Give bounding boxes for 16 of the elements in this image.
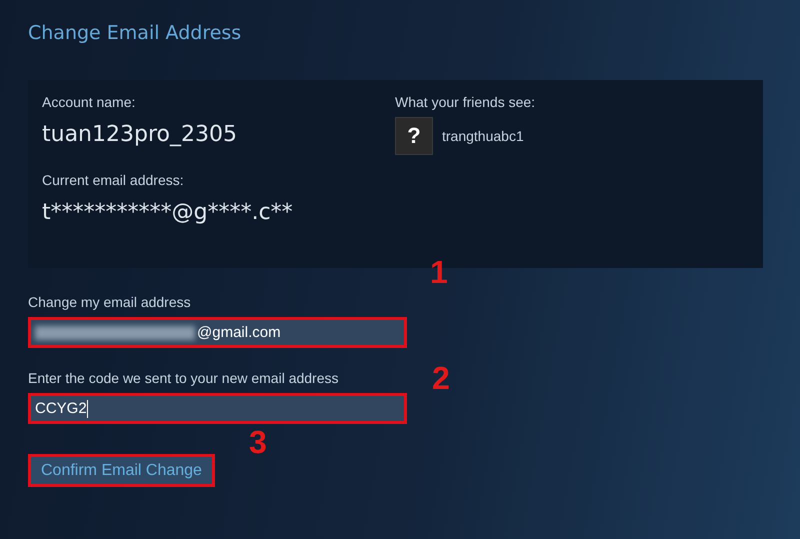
account-name: tuan123pro_2305 [42, 122, 238, 149]
step-number: 1 [430, 254, 448, 291]
input-field[interactable]: @gmail.com [28, 317, 407, 348]
field-label: Change my email address [28, 294, 191, 312]
step-number: 2 [432, 360, 450, 397]
current-email: t***********@g****.c** [42, 200, 294, 227]
step-number: 3 [249, 424, 267, 461]
avatar-icon: ? [395, 117, 433, 155]
field-label: Enter the code we sent to your new email address [28, 370, 339, 388]
input-field[interactable]: CCYG2 [28, 393, 407, 424]
confirm-button[interactable]: Confirm Email Change [28, 454, 215, 487]
friends-see-label: What your friends see: [395, 94, 536, 112]
page-title: Change Email Address [28, 22, 242, 46]
account-name-label: Account name: [42, 94, 136, 112]
friend-name: trangthuabc1 [442, 128, 524, 144]
current-email-label: Current email address: [42, 172, 185, 190]
